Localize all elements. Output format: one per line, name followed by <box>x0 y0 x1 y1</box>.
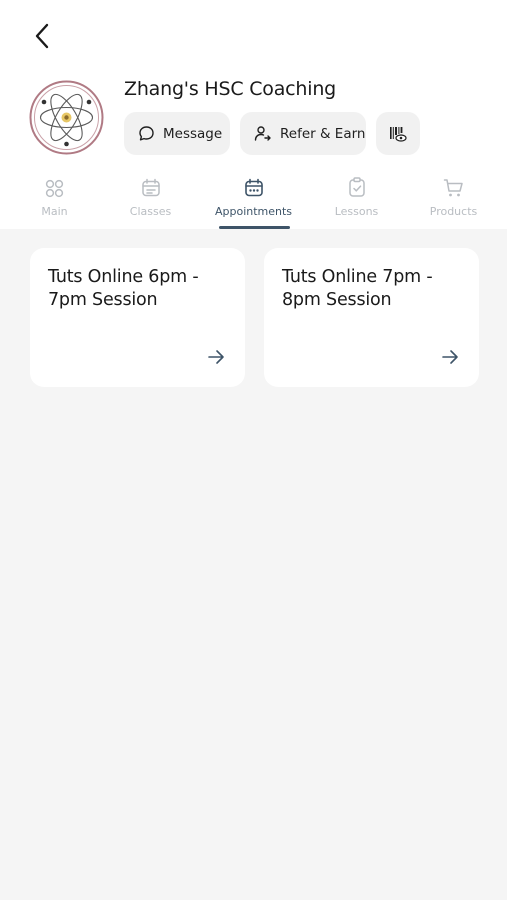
tab-appointments-label: Appointments <box>214 205 293 218</box>
grid-icon <box>45 172 64 198</box>
barcode-eye-icon <box>389 126 407 142</box>
appointment-title: Tuts Online 7pm - 8pm Session <box>282 267 433 310</box>
refer-earn-label: Refer & Earn <box>280 125 366 142</box>
chat-bubble-icon <box>138 125 155 142</box>
arrow-right-icon <box>208 350 224 364</box>
user-share-icon <box>254 125 272 142</box>
calendar-dots-icon <box>244 172 264 198</box>
tab-main-label: Main <box>41 205 68 218</box>
refer-earn-button[interactable]: Refer & Earn <box>240 112 366 155</box>
tab-classes-label: Classes <box>129 205 172 218</box>
appointment-title: Tuts Online 6pm - 7pm Session <box>48 267 199 310</box>
cart-icon <box>443 172 464 198</box>
arrow-right-icon <box>442 350 458 364</box>
tab-main[interactable]: Main <box>4 172 105 229</box>
profile-header: Zhang's HSC Coaching Message Refer & Ear… <box>0 0 507 229</box>
tab-lessons-label: Lessons <box>334 205 379 218</box>
chevron-left-icon <box>35 23 49 49</box>
tab-products-label: Products <box>429 205 478 218</box>
tab-products[interactable]: Products <box>403 172 504 229</box>
message-button[interactable]: Message <box>124 112 230 155</box>
clipboard-check-icon <box>347 172 367 198</box>
page-title: Zhang's HSC Coaching <box>124 78 337 100</box>
message-label: Message <box>163 125 223 142</box>
appointment-card[interactable]: Tuts Online 7pm - 8pm Session <box>264 248 479 387</box>
barcode-scan-button[interactable] <box>376 112 420 155</box>
tab-classes[interactable]: Classes <box>100 172 201 229</box>
business-logo <box>29 80 104 155</box>
back-button[interactable] <box>26 20 58 52</box>
calendar-icon <box>141 172 161 198</box>
tab-appointments[interactable]: Appointments <box>203 172 304 229</box>
tab-lessons[interactable]: Lessons <box>306 172 407 229</box>
active-tab-indicator <box>219 226 290 229</box>
appointment-card[interactable]: Tuts Online 6pm - 7pm Session <box>30 248 245 387</box>
tab-bar: Main Classes Appointments Lessons Produc… <box>0 172 507 229</box>
